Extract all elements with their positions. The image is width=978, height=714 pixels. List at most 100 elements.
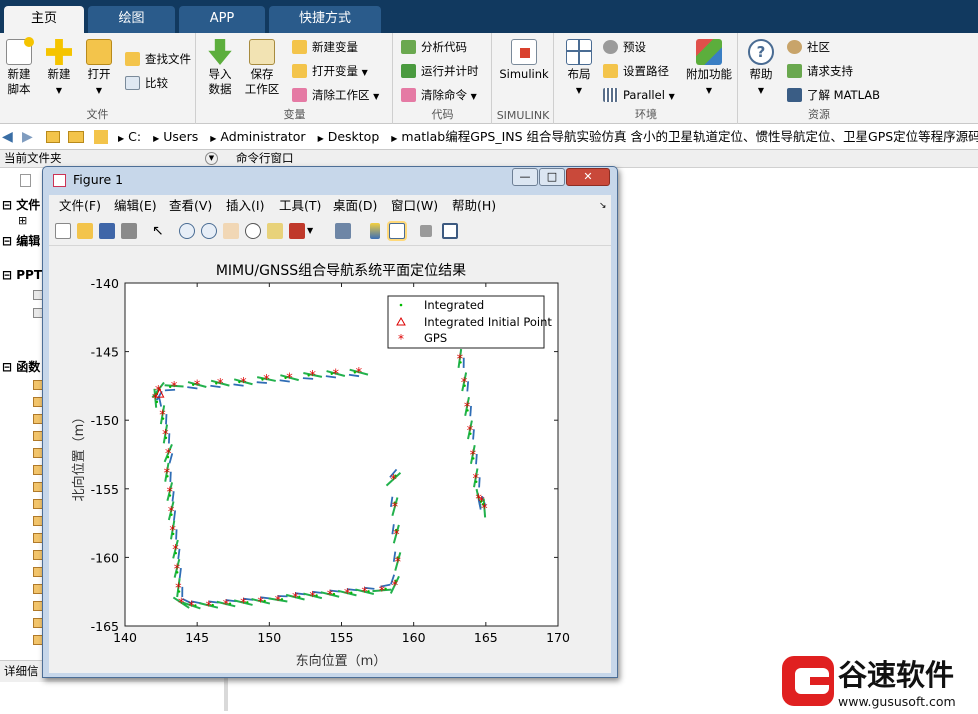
figure-title-bar[interactable]: Figure 1 — □ ✕ (43, 167, 617, 194)
new-figure-icon[interactable] (55, 223, 71, 239)
learn-matlab-button[interactable]: 了解 MATLAB (787, 85, 880, 105)
open-button[interactable]: 打开▼ (77, 37, 121, 98)
compare-button[interactable]: 比较 (125, 73, 168, 93)
maximize-button[interactable]: □ (539, 168, 565, 186)
new-button[interactable]: 新建▼ (37, 37, 81, 98)
hide-plot-tools-icon[interactable] (420, 225, 432, 237)
tab-plots[interactable]: 绘图 (88, 6, 175, 33)
add-ons-button[interactable]: 附加功能▼ (683, 37, 735, 98)
preferences-button[interactable]: 预设 (603, 37, 646, 57)
print-icon[interactable] (121, 223, 137, 239)
integrated-heading-arrow (479, 477, 480, 487)
open-dropdown-icon[interactable]: ▼ (96, 86, 102, 95)
clear-workspace-button[interactable]: 清除工作区 ▼ (292, 85, 379, 105)
new-dropdown-icon[interactable]: ▼ (56, 86, 62, 95)
brush-dropdown-icon[interactable]: ▼ (307, 223, 315, 239)
clear-commands-dropdown-icon[interactable]: ▼ (471, 92, 477, 101)
chart-title: MIMU/GNSS组合导航系统平面定位结果 (216, 263, 466, 279)
plot-area[interactable]: MIMU/GNSS组合导航系统平面定位结果 东向位置（m） 北向位置（m） 14… (49, 246, 611, 673)
menu-desktop[interactable]: 桌面(D) (333, 195, 377, 217)
new-script-button[interactable]: 新建 脚本 (0, 37, 41, 97)
collapse-icon[interactable]: ⊟ (2, 268, 12, 282)
colorbar-icon[interactable] (370, 223, 380, 239)
community-button[interactable]: 社区 (787, 37, 830, 57)
tab-shortcuts[interactable]: 快捷方式 (269, 6, 381, 33)
simulink-button[interactable]: Simulink (498, 37, 550, 82)
menu-view[interactable]: 查看(V) (169, 195, 212, 217)
y-axis-label: 北向位置（m） (71, 411, 87, 502)
gps-point: * (165, 447, 172, 462)
help-dropdown-icon[interactable]: ▼ (758, 86, 764, 95)
menu-window[interactable]: 窗口(W) (391, 195, 438, 217)
tab-apps[interactable]: APP (179, 6, 265, 33)
rotate-3d-icon[interactable] (245, 223, 261, 239)
save-icon[interactable] (99, 223, 115, 239)
pan-icon[interactable] (223, 223, 239, 239)
menu-file[interactable]: 文件(F) (59, 195, 101, 217)
link-plot-icon[interactable] (335, 223, 351, 239)
back-icon[interactable]: ◀ (2, 125, 13, 149)
close-button[interactable]: ✕ (566, 168, 610, 186)
collapse-icon[interactable]: ⊟ (2, 360, 12, 374)
layout-dropdown-icon[interactable]: ▼ (576, 86, 582, 95)
parallel-dropdown-icon[interactable]: ▼ (669, 92, 675, 101)
analyze-code-button[interactable]: 分析代码 (401, 37, 467, 57)
show-plot-tools-icon[interactable] (442, 223, 458, 239)
up-folder-icon[interactable] (46, 131, 60, 143)
add-ons-dropdown-icon[interactable]: ▼ (706, 86, 712, 95)
breadcrumb-segment[interactable]: matlab编程GPS_INS 组合导航实验仿真 含小的卫星轨道定位、惯性导航定… (401, 129, 978, 144)
layout-button[interactable]: 布局▼ (557, 37, 601, 98)
help-button[interactable]: ? 帮助▼ (739, 37, 783, 98)
open-variable-button[interactable]: 打开变量 ▼ (292, 61, 368, 81)
request-support-button[interactable]: 请求支持 (787, 61, 853, 81)
set-path-button[interactable]: 设置路径 (603, 61, 669, 81)
run-and-time-button[interactable]: 运行并计时 (401, 61, 479, 81)
legend[interactable]: Integrated Integrated Initial Point * GP… (388, 296, 552, 348)
breadcrumb-segment[interactable]: Users (163, 129, 198, 144)
x-tick-label: 165 (474, 630, 498, 645)
tab-home[interactable]: 主页 (4, 6, 84, 33)
root-folder-icon[interactable] (94, 130, 108, 144)
import-data-button[interactable]: 导入 数据 (198, 37, 242, 97)
gps-point: * (379, 584, 386, 599)
tree-node-files[interactable]: ⊟ 文件 (2, 196, 40, 213)
menu-help[interactable]: 帮助(H) (452, 195, 496, 217)
help-label: 帮助 (750, 67, 773, 81)
clear-commands-button[interactable]: 清除命令 ▼ (401, 85, 477, 105)
find-files-button[interactable]: 查找文件 (125, 49, 191, 69)
menu-tools[interactable]: 工具(T) (279, 195, 321, 217)
minimize-button[interactable]: — (512, 168, 538, 186)
open-file-icon[interactable] (77, 223, 93, 239)
brush-icon[interactable] (289, 223, 305, 239)
menu-edit[interactable]: 编辑(E) (114, 195, 157, 217)
data-cursor-icon[interactable] (267, 223, 283, 239)
breadcrumb-segment[interactable]: Administrator (220, 129, 305, 144)
parallel-button[interactable]: Parallel ▼ (603, 85, 675, 105)
gps-point: * (223, 598, 230, 613)
dock-arrow-icon[interactable]: ↘ (599, 195, 607, 217)
forward-icon[interactable]: ▶ (22, 125, 33, 149)
breadcrumb-segment[interactable]: Desktop (328, 129, 380, 144)
legend-icon[interactable] (389, 223, 405, 239)
request-support-label: 请求支持 (807, 64, 853, 78)
collapse-icon[interactable]: ⊟ (2, 234, 12, 248)
tree-node-functions[interactable]: ⊟ 函数 (2, 358, 40, 375)
panel-menu-icon[interactable]: ▼ (205, 152, 218, 165)
save-workspace-button[interactable]: 保存 工作区 (240, 37, 284, 97)
breadcrumb-segment[interactable]: C: (128, 129, 141, 144)
open-variable-dropdown-icon[interactable]: ▼ (362, 68, 368, 77)
menu-insert[interactable]: 插入(I) (226, 195, 264, 217)
zoom-in-icon[interactable] (179, 223, 195, 239)
zoom-out-icon[interactable] (201, 223, 217, 239)
new-variable-button[interactable]: 新建变量 (292, 37, 358, 57)
gps-point: * (309, 369, 316, 384)
expand-icon[interactable]: ⊞ (18, 214, 27, 227)
clear-workspace-dropdown-icon[interactable]: ▼ (373, 92, 379, 101)
tree-node-edit[interactable]: ⊟ 编辑 (2, 232, 40, 249)
collapse-icon[interactable]: ⊟ (2, 198, 12, 212)
edit-plot-icon[interactable]: ↖ (152, 223, 168, 239)
browse-folder-icon[interactable] (68, 131, 84, 143)
ribbon-group-simulink: Simulink SIMULINK (493, 33, 554, 124)
save-workspace-label: 保存 工作区 (245, 67, 280, 96)
gusu-logo-mark: 谷速软件 www.gususoft.com (778, 650, 978, 711)
